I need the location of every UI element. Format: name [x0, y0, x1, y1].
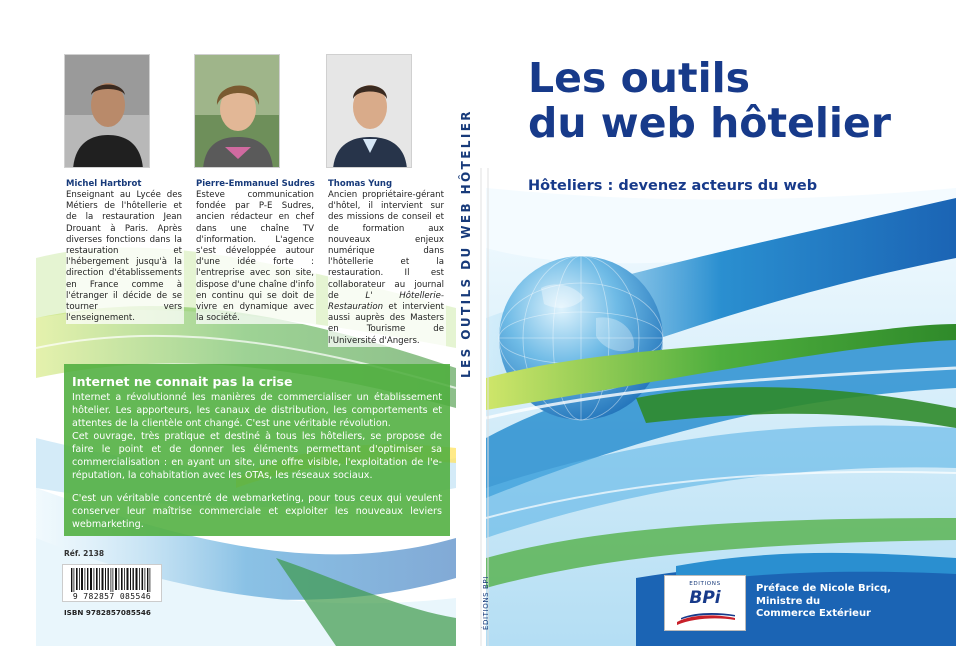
barcode-number: 9 782857 085546 [72, 592, 152, 601]
reference-number: Réf. 2138 [64, 549, 105, 558]
spine-publisher: ÉDITIONS BPI [482, 576, 490, 630]
publisher-logo-small: EDITIONS [689, 581, 721, 587]
blurb-paragraph: C'est un véritable concentré de webmarke… [72, 493, 442, 530]
author-bio-text: Ancien propriétaire-gérant d'hôtel, il i… [328, 190, 444, 301]
book-title-line: Les outils [528, 54, 751, 102]
blurb-paragraph: Internet a révolutionné les manières de … [72, 392, 442, 429]
book-cover: Michel Hartbrot Enseignant au Lycée des … [36, 18, 956, 646]
author-name: Michel Hartbrot [66, 179, 142, 189]
author-photo-pierre-emmanuel-sudres [194, 54, 280, 168]
barcode: 9 782857 085546 [62, 564, 162, 602]
blurb-heading: Internet ne connait pas la crise [72, 374, 293, 389]
spine-title: LES OUTILS DU WEB HÔTELIER [459, 109, 473, 378]
preface-line: Commerce Extérieur [756, 608, 871, 619]
publisher-logo: EDITIONS BPi [664, 575, 746, 631]
book-subtitle: Hôteliers : devenez acteurs du web [528, 178, 818, 194]
preface-credit: Préface de Nicole Bricq, Ministre du Com… [756, 583, 891, 621]
blurb-paragraph: Cet ouvrage, très pratique et destiné à … [72, 431, 442, 481]
author-bio: Ancien propriétaire-gérant d'hôtel, il i… [328, 190, 446, 347]
author-bio: Esteve communication fondée par P-E Sudr… [196, 190, 316, 325]
book-title-line: du web hôtelier [528, 99, 892, 147]
author-name: Pierre-Emmanuel Sudres [196, 179, 315, 189]
publisher-logo-big: BPi [689, 588, 721, 608]
isbn: ISBN 9782857085546 [64, 608, 151, 617]
back-cover-blurb: Internet ne connait pas la crise Interne… [64, 364, 450, 536]
publisher-stripes-icon [677, 613, 735, 625]
author-bio: Enseignant au Lycée des Métiers de l'hôt… [66, 190, 184, 325]
barcode-bars [71, 568, 151, 592]
preface-line: Ministre du [756, 595, 821, 607]
author-name: Thomas Yung [328, 179, 393, 189]
author-photo-michel-hartbrot [64, 54, 150, 168]
book-title: Les outils du web hôtelier [528, 56, 891, 146]
preface-line: Préface de Nicole Bricq, [756, 583, 891, 594]
author-photo-thomas-yung [326, 54, 412, 168]
